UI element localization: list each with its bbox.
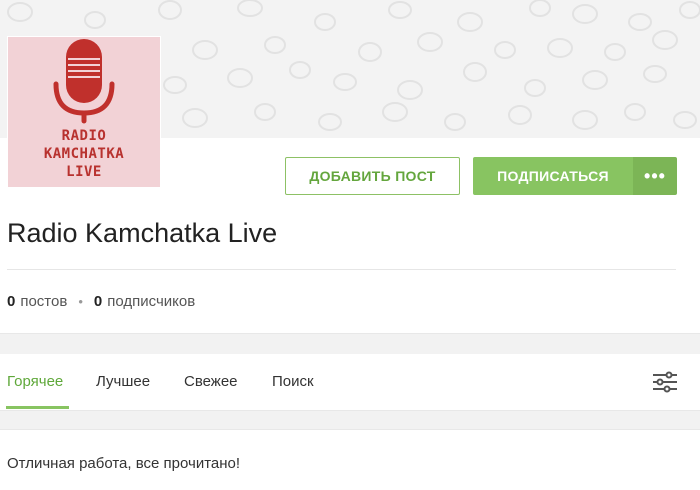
avatar-text-line-3: LIVE [66,164,102,180]
section-separator [0,333,700,355]
active-tab-indicator [6,406,69,409]
subscribe-button[interactable]: ПОДПИСАТЬСЯ [473,157,633,195]
avatar-text-line-1: RADIO [61,128,107,144]
tab-hot[interactable]: Горячее [7,373,63,390]
subscribers-count: 0 [93,293,103,310]
community-title: Radio Kamchatka Live [7,218,278,248]
tab-search[interactable]: Поиск [272,373,314,390]
filter-sliders-icon[interactable] [652,371,678,393]
more-dots-icon: ••• [644,165,666,186]
tab-fresh[interactable]: Свежее [184,373,238,390]
add-post-button[interactable]: ДОБАВИТЬ ПОСТ [285,157,460,195]
divider [7,269,676,270]
tab-best[interactable]: Лучшее [96,373,150,390]
feed-empty-message: Отличная работа, все прочитано! [7,455,241,472]
avatar-text-line-2: KAMCHATKA [43,146,125,162]
posts-label: постов [20,293,68,310]
feed-tabs: Горячее Лучшее Свежее Поиск [0,354,700,410]
posts-count: 0 [7,293,16,310]
section-separator [0,410,700,430]
stats-separator: • [78,294,83,309]
community-stats: 0 постов • 0 подписчиков [7,293,195,310]
community-avatar: RADIO KAMCHATKA LIVE [7,36,161,188]
more-options-button[interactable]: ••• [633,157,677,195]
subscribers-label: подписчиков [107,293,196,310]
